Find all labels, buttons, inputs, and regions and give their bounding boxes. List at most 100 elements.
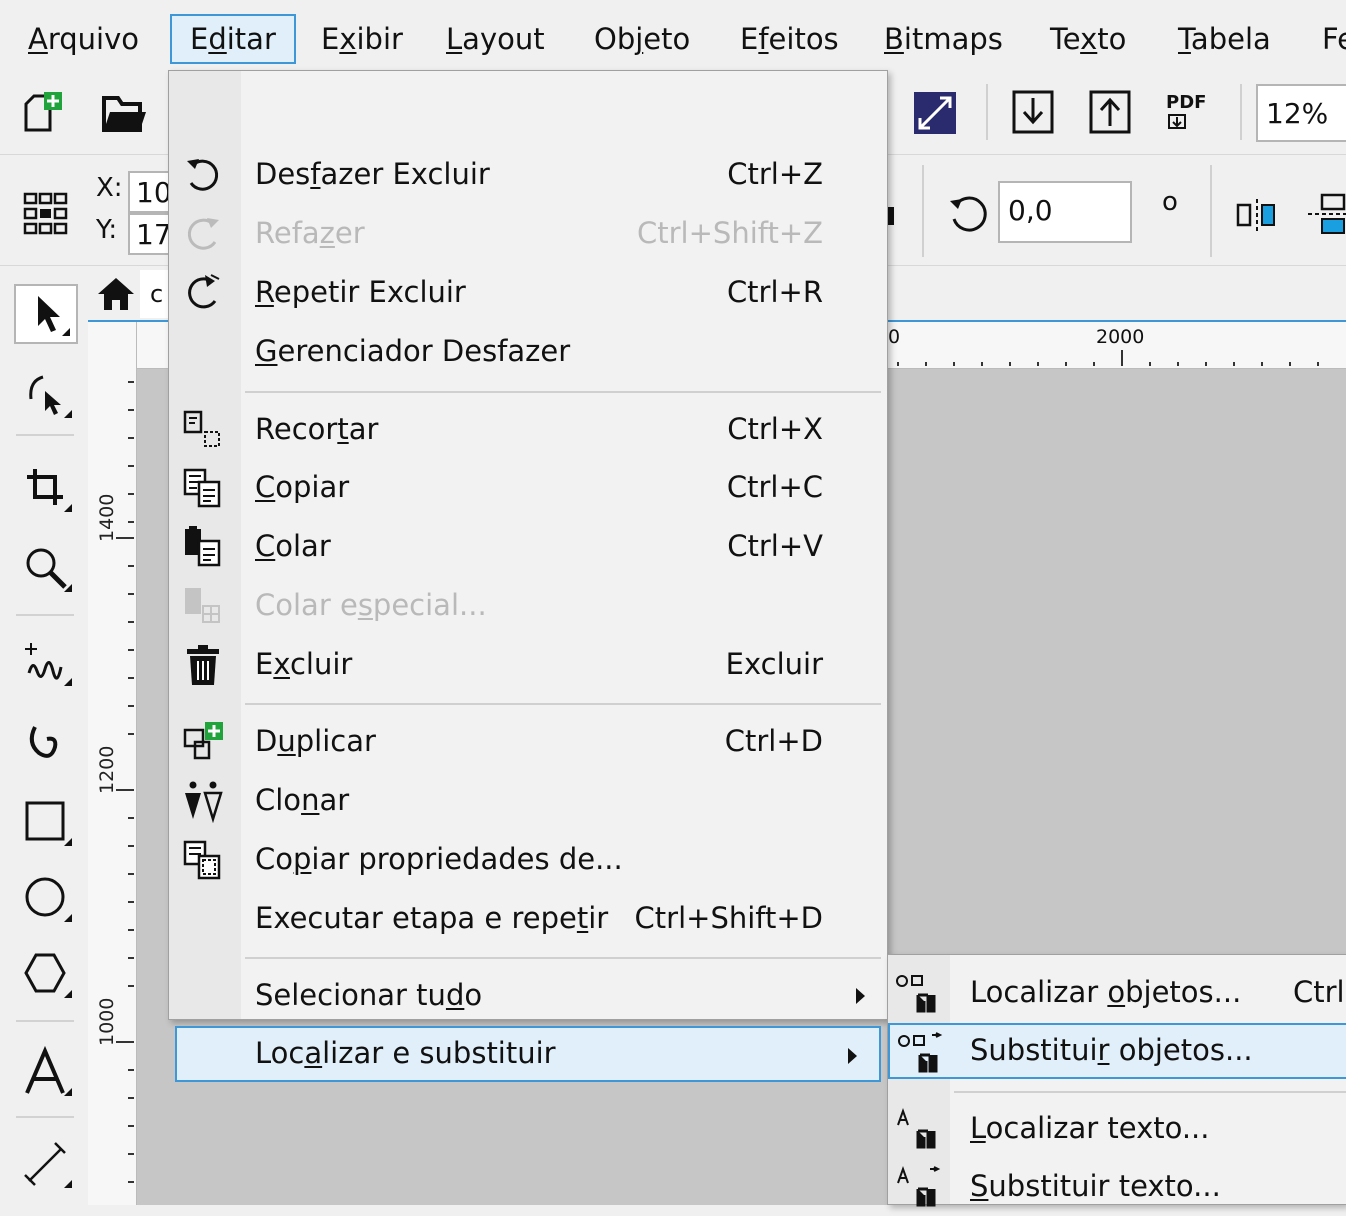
menu-item-gerenciador-desfazer[interactable]: Gerenciador Desfazer [169,324,887,380]
trash-icon [179,643,227,687]
find-replace-submenu: Localizar objetos... Ctrl Substituir objet… [887,954,1346,1207]
menu-item-selecionar-tudo[interactable]: Selecionar tudo [169,968,887,1024]
menu-item-localizar-substituir[interactable]: Localizar e substituir [175,1026,881,1082]
export-button[interactable] [1087,88,1133,136]
menu-item-refazer[interactable]: Refazer Ctrl+Shift+Z [169,206,887,262]
menu-arquivo-label: Arquivo [28,22,140,56]
freehand-tool[interactable] [14,632,78,692]
mirror-horizontal-icon [1236,199,1275,231]
rectangle-tool[interactable] [14,792,78,852]
mirror-vertical-button[interactable] [1306,191,1346,237]
menu-item-colar-label: Colar [255,529,331,563]
artistic-media-tool[interactable] [14,712,78,772]
menu-item-duplicar[interactable]: Duplicar Ctrl+D [169,714,887,770]
import-button[interactable] [1010,88,1056,136]
menu-editar-label: Editar [190,22,276,56]
menu-item-copiar[interactable]: Copiar Ctrl+C [169,460,887,516]
reference-point-grid-icon [23,192,68,235]
menu-item-recortar[interactable]: Recortar Ctrl+X [169,402,887,458]
open-document-button[interactable] [100,92,150,136]
submenu-item-substituir-objetos[interactable]: Substituir objetos... [888,1023,1346,1079]
menu-fe-label: Fe [1322,22,1346,56]
menu-bitmaps[interactable]: Bitmaps [866,14,1021,64]
degree-symbol: o [1162,187,1178,217]
menu-item-duplicar-label: Duplicar [255,724,376,758]
zoom-level-field[interactable]: 12% [1256,84,1346,142]
x-label: X: [96,173,123,203]
replace-objects-icon [896,1031,946,1075]
menu-item-copiar-shortcut: Ctrl+C [726,470,823,504]
cut-icon [179,408,227,452]
menu-item-colar-especial[interactable]: Colar especial... [169,578,887,634]
menu-item-repetir-excluir[interactable]: Repetir Excluir Ctrl+R [169,265,887,321]
parallel-dimension-tool[interactable] [14,1134,78,1194]
submenu-item-substituir-texto[interactable]: Substituir texto... [888,1159,1346,1215]
y-label: Y: [96,215,118,245]
menu-exibir-label: Exibir [321,22,403,56]
new-document-icon [24,92,62,132]
menu-item-desfazer-excluir[interactable]: Desfazer Excluir Ctrl+Z [169,147,887,203]
export-to-center-button[interactable] [912,90,958,136]
submenu-item-localizar-objetos[interactable]: Localizar objetos... Ctrl [888,965,1346,1021]
v-ruler-label-1400: 1400 [96,493,118,542]
menu-layout[interactable]: Layout [428,14,563,64]
menu-item-repetir-excluir-label: Repetir Excluir [255,275,466,309]
v-ruler-label-1200: 1200 [96,745,118,794]
menu-item-excluir[interactable]: Excluir Excluir [169,637,887,693]
replace-text-icon [894,1165,944,1209]
find-objects-icon [894,971,944,1015]
menu-editar[interactable]: Editar [170,14,296,64]
text-tool[interactable] [14,1042,78,1102]
menu-item-copiar-propriedades[interactable]: Copiar propriedades de... [169,832,887,888]
find-text-icon [894,1107,944,1151]
zoom-level-value: 12% [1266,97,1329,130]
menu-item-desfazer-excluir-label: Desfazer Excluir [255,157,490,191]
welcome-home-tab[interactable] [94,274,138,314]
ellipse-tool[interactable] [14,868,78,928]
publish-pdf-button[interactable]: PDF [1164,88,1214,136]
menu-item-colar-especial-label: Colar especial... [255,588,487,622]
rotation-icon-holder [946,191,992,237]
menu-exibir[interactable]: Exibir [303,14,421,64]
paste-icon [179,525,227,569]
menu-fe[interactable]: Fe [1304,14,1346,64]
zoom-tool[interactable] [14,538,78,598]
menu-item-colar[interactable]: Colar Ctrl+V [169,519,887,575]
new-document-button[interactable] [20,90,66,136]
pick-tool[interactable] [14,284,78,344]
menu-objeto[interactable]: Objeto [576,14,708,64]
menu-item-excluir-shortcut: Excluir [725,647,823,681]
submenu-item-localizar-texto[interactable]: Localizar texto... [888,1101,1346,1157]
menu-item-refazer-label: Refazer [255,216,365,250]
align-center-icon [914,92,956,134]
submenu-item-localizar-objetos-label: Localizar objetos... [970,975,1242,1009]
menu-separator [245,391,881,393]
pdf-icon: PDF [1166,92,1207,113]
menu-item-repetir-excluir-shortcut: Ctrl+R [726,275,823,309]
menu-arquivo[interactable]: Arquivo [10,14,157,64]
repeat-icon [179,271,227,315]
rotation-angle-value: 0,0 [1008,194,1053,227]
menu-item-clonar[interactable]: Clonar [169,773,887,829]
shape-tool[interactable] [14,364,78,424]
menu-texto-label: Texto [1050,22,1127,56]
menu-efeitos[interactable]: Efeitos [722,14,857,64]
undo-icon [179,153,227,197]
rotate-icon [950,196,987,232]
menu-item-executar-etapa[interactable]: Executar etapa e repetir Ctrl+Shift+D [169,891,887,947]
lock-ratio-button[interactable] [886,195,900,235]
polygon-tool[interactable] [14,944,78,1004]
object-origin-button[interactable] [22,191,68,237]
import-arrow-down-icon [1012,90,1054,134]
menu-tabela[interactable]: Tabela [1160,14,1289,64]
paste-special-icon [179,584,227,628]
rotation-angle-field[interactable]: 0,0 [998,181,1132,243]
export-arrow-up-icon [1089,90,1131,134]
mirror-horizontal-button[interactable] [1234,195,1280,235]
duplicate-icon [179,720,227,764]
crop-tool[interactable] [14,458,78,518]
artistic-curve-icon [29,726,58,758]
menu-texto[interactable]: Texto [1032,14,1144,64]
pdf-sub-icon [1168,114,1186,129]
submenu-item-substituir-objetos-label: Substituir objetos... [970,1033,1253,1067]
